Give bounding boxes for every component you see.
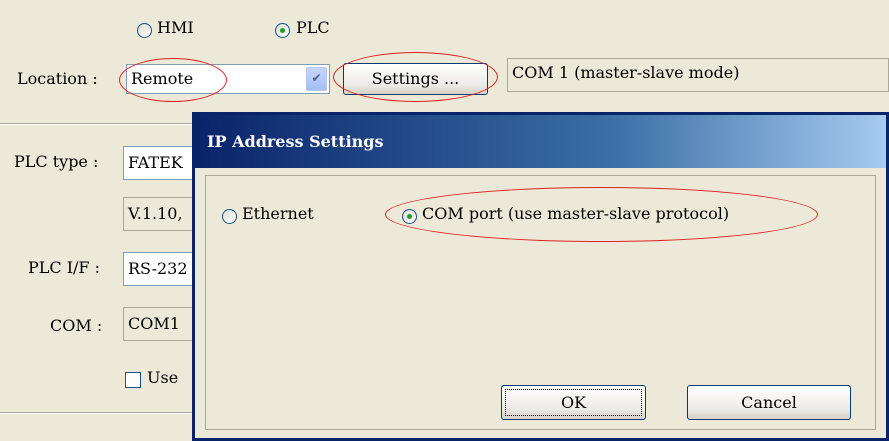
plc-radio[interactable]	[275, 23, 290, 38]
use-checkbox[interactable]	[125, 372, 141, 388]
ok-button[interactable]: OK	[501, 385, 646, 420]
version-field: V.1.10,	[123, 197, 203, 231]
dialog-titlebar[interactable]: IP Address Settings	[195, 115, 886, 168]
plc-type-select[interactable]: FATEK	[123, 146, 203, 180]
hmi-radio-label: HMI	[157, 18, 194, 37]
plc-radio-label: PLC	[296, 18, 330, 37]
ethernet-label: Ethernet	[242, 204, 314, 223]
com-port-radio[interactable]	[402, 209, 417, 224]
com-status-field: COM 1 (master-slave mode)	[507, 58, 889, 92]
use-checkbox-label: Use	[147, 368, 179, 387]
location-select[interactable]: Remote ✔	[126, 64, 330, 94]
ip-address-dialog: IP Address Settings Ethernet COM port (u…	[192, 112, 889, 441]
plc-if-label: PLC I/F :	[28, 258, 101, 277]
hmi-radio[interactable]	[137, 23, 152, 38]
location-label: Location :	[17, 69, 98, 88]
plc-if-select[interactable]: RS-232	[123, 252, 203, 286]
plc-type-label: PLC type :	[14, 152, 99, 171]
com-port-label: COM port (use master-slave protocol)	[422, 204, 730, 223]
settings-button[interactable]: Settings ...	[343, 63, 488, 95]
location-value: Remote	[131, 69, 194, 88]
bottom-divider	[0, 412, 200, 414]
dropdown-arrow-icon[interactable]: ✔	[306, 67, 327, 91]
dialog-title: IP Address Settings	[207, 132, 384, 151]
com-field: COM1	[123, 307, 203, 341]
com-label: COM :	[50, 316, 103, 335]
ethernet-radio[interactable]	[222, 209, 237, 224]
cancel-button[interactable]: Cancel	[687, 385, 851, 420]
